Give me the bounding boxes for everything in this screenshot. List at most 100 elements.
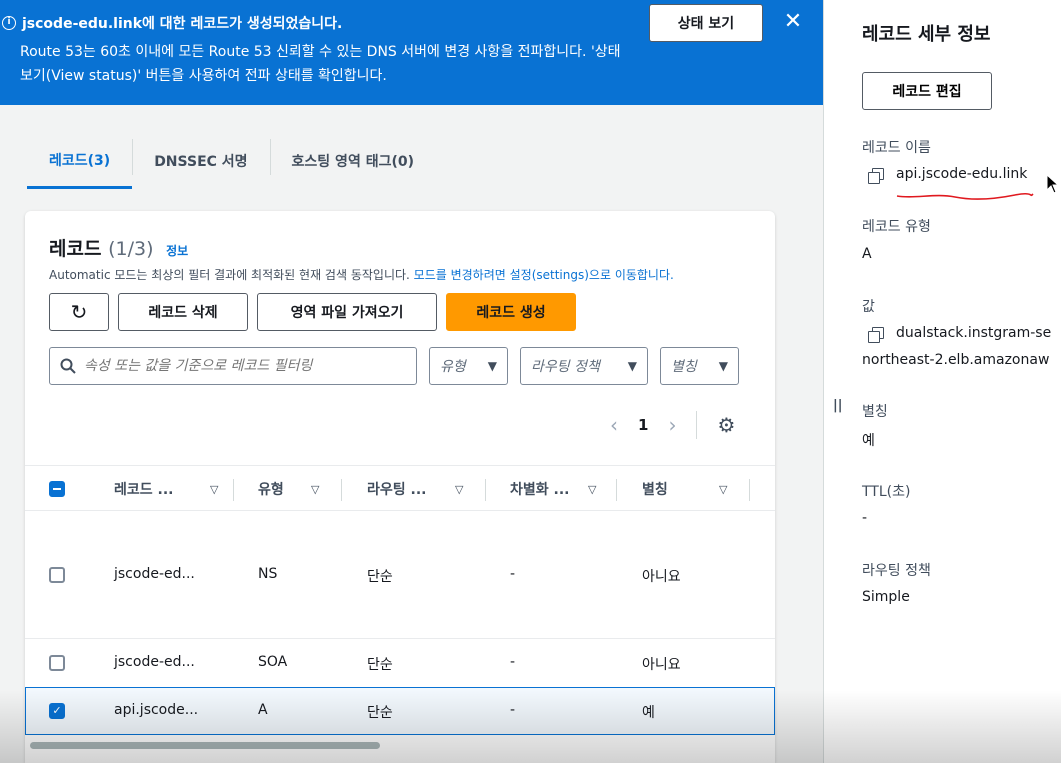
sort-icon: ▽ [588,482,597,496]
records-panel: 레코드 (1/3) 정보 Automatic 모드는 최상의 필터 결과에 최적… [25,211,775,763]
column-header-differentiator[interactable]: 차별화 ... ▽ [510,466,620,512]
cell-routing: 단순 [367,705,393,721]
column-label: 레코드 ... [114,482,174,498]
caret-down-icon: ▼ [627,359,637,373]
record-type-label: 레코드 유형 [862,219,931,235]
cell-differentiator: - [510,702,516,718]
value-line-2: northeast-2.elb.amazonaw [862,352,1050,368]
column-divider [233,479,234,501]
sort-icon: ▽ [311,482,320,496]
details-title: 레코드 세부 정보 [862,24,991,45]
mouse-cursor-icon [1046,174,1060,194]
select-all-checkbox[interactable] [49,481,65,497]
create-record-button[interactable]: 레코드 생성 [446,293,576,331]
alias-value: 예 [862,433,875,449]
cell-type: SOA [258,654,288,670]
import-zone-file-button[interactable]: 영역 파일 가져오기 [257,293,437,331]
panel-resize-handle[interactable]: || [833,398,843,413]
alias-select-label: 별칭 [671,359,697,375]
cell-record-name[interactable]: jscode-ed... [114,654,195,670]
record-count: (1/3) [108,238,154,260]
panel-title: 레코드 (1/3) 정보 [49,234,188,261]
tab-records[interactable]: 레코드(3) [27,133,133,189]
cell-alias: 예 [642,705,655,721]
alias-label: 별칭 [862,404,888,420]
next-page-icon[interactable]: › [668,413,676,437]
routing-select-label: 라우팅 정책 [531,359,600,375]
tab-bar: 레코드(3) DNSSEC 서명 호스팅 영역 태그(0) [27,133,436,189]
success-flash-banner: i jscode-edu.link에 대한 레코드가 생성되었습니다. Rout… [0,0,823,105]
alias-filter-select[interactable]: 별칭 ▼ [660,347,739,385]
cell-alias: 아니요 [642,657,681,673]
close-icon[interactable]: ✕ [783,10,803,34]
column-header-record-name[interactable]: 레코드 ... ▽ [114,466,234,512]
caret-down-icon: ▼ [718,359,728,373]
sort-icon: ▽ [719,482,728,496]
info-icon: i [2,16,16,30]
cell-alias: 아니요 [642,569,681,585]
info-link[interactable]: 정보 [166,244,188,258]
routing-policy-value: Simple [862,589,910,605]
column-divider [341,479,342,501]
cell-differentiator: - [510,654,516,670]
caret-down-icon: ▼ [487,359,497,373]
column-divider [616,479,617,501]
copy-icon[interactable] [868,327,884,343]
row-checkbox[interactable] [49,567,65,583]
prev-page-icon[interactable]: ‹ [610,413,618,437]
routing-policy-label: 라우팅 정책 [862,563,931,579]
settings-link[interactable]: 모드를 변경하려면 설정(settings)으로 이동합니다. [414,268,674,282]
table-row[interactable]: jscode-ed... SOA 단순 - 아니요 [25,639,775,688]
row-checkbox-checked[interactable]: ✓ [49,703,65,719]
cell-routing: 단순 [367,657,393,673]
column-header-type[interactable]: 유형 ▽ [258,466,348,512]
column-header-alias[interactable]: 별칭 ▽ [642,466,752,512]
cell-differentiator: - [510,566,516,582]
column-label: 별칭 [642,482,668,498]
table-row[interactable]: jscode-ed... NS 단순 - 아니요 [25,511,775,639]
gear-icon[interactable]: ⚙ [717,413,735,437]
tab-dnssec[interactable]: DNSSEC 서명 [132,133,269,189]
cell-record-name[interactable]: jscode-ed... [114,566,195,582]
row-checkbox[interactable] [49,655,65,671]
delete-record-button[interactable]: 레코드 삭제 [118,293,248,331]
pager-divider [696,411,698,439]
value-line-1: dualstack.instgram-se [896,325,1052,341]
edit-record-button[interactable]: 레코드 편집 [862,72,992,110]
column-label: 차별화 ... [510,482,570,498]
table-header: 레코드 ... ▽ 유형 ▽ 라우팅 ... ▽ 차별화 ... ▽ 별칭 ▽ [25,465,775,511]
value-label: 값 [862,299,875,315]
table-row-selected[interactable]: ✓ api.jscode... A 단순 - 예 [25,687,775,735]
column-label: 라우팅 ... [367,482,427,498]
scrollbar-thumb[interactable] [30,742,380,749]
cell-type: A [258,702,268,718]
column-label: 유형 [258,482,284,498]
record-name-label: 레코드 이름 [862,140,931,156]
record-type-value: A [862,246,872,262]
flash-message: Route 53는 60초 이내에 모든 Route 53 신뢰할 수 있는 D… [20,44,621,84]
sort-icon: ▽ [455,482,464,496]
cell-routing: 단순 [367,569,393,585]
horizontal-scrollbar[interactable] [25,738,775,752]
cell-record-name[interactable]: api.jscode... [114,702,198,718]
copy-icon[interactable] [868,168,884,184]
record-filter[interactable] [49,347,417,385]
refresh-icon: ↻ [70,300,88,324]
current-page[interactable]: 1 [638,416,648,434]
description-text: Automatic 모드는 최상의 필터 결과에 최적화된 현재 검색 동작입니… [49,268,410,282]
refresh-button[interactable]: ↻ [49,293,109,331]
cell-type: NS [258,566,278,582]
type-filter-select[interactable]: 유형 ▼ [429,347,508,385]
routing-filter-select[interactable]: 라우팅 정책 ▼ [520,347,648,385]
record-details-panel: 레코드 세부 정보 레코드 편집 레코드 이름 api.jscode-edu.l… [823,0,1061,763]
red-underline-annotation [896,192,1034,200]
view-status-button[interactable]: 상태 보기 [649,4,763,42]
tab-hosted-zone-tags[interactable]: 호스팅 영역 태그(0) [269,133,436,189]
type-select-label: 유형 [440,359,466,375]
pagination: ‹ 1 › ⚙ [610,411,735,439]
panel-title-text: 레코드 [49,238,102,260]
search-icon [60,358,76,374]
column-header-routing[interactable]: 라우팅 ... ▽ [367,466,477,512]
search-input[interactable] [84,358,404,374]
ttl-label: TTL(초) [862,484,911,500]
